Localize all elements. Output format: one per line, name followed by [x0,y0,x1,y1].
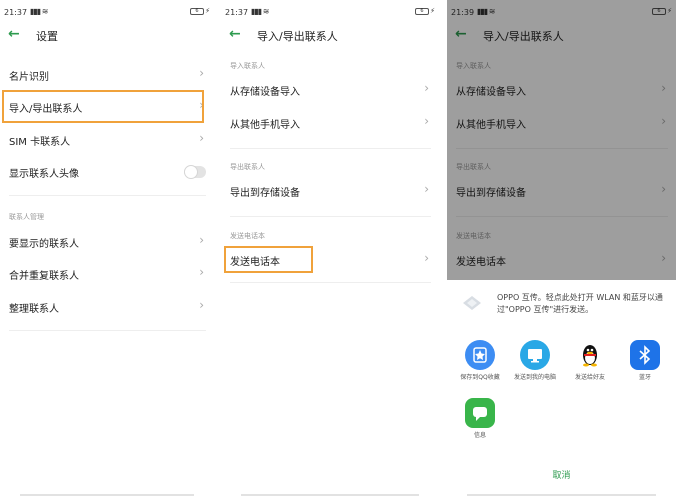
share-target-label: 蓝牙 [638,374,651,381]
settings-item-label: 合并重复联系人 [9,271,79,282]
chevron-right-icon: › [199,265,204,279]
qq-penguin-icon [575,340,605,370]
back-arrow-icon[interactable]: ← [8,26,20,42]
settings-item-displayed-contacts[interactable]: 要显示的联系人 › [0,227,214,257]
share-target-qq-friend[interactable]: 发送给好友 [563,340,617,382]
settings-item-label: 要显示的联系人 [9,239,79,250]
battery-icon: 6 [415,8,429,15]
settings-item-merge-duplicates[interactable]: 合并重复联系人 › [0,259,214,289]
chevron-right-icon: › [424,114,429,128]
import-from-other-phone[interactable]: 从其他手机导入 › [221,108,439,138]
message-icon [465,398,495,428]
chevron-right-icon: › [199,233,204,247]
status-bar: 21:37 ▮▮▮ ≋ 6 ⚡ [0,6,214,20]
chevron-right-icon: › [199,131,204,145]
share-target-qq-favorites[interactable]: 保存到QQ收藏 [453,340,507,382]
chevron-right-icon: › [199,298,204,312]
dim-overlay[interactable] [447,0,676,280]
settings-item-organize-contacts[interactable]: 整理联系人 › [0,292,214,322]
bluetooth-icon [630,340,660,370]
item-label: 从存储设备导入 [230,87,300,98]
status-time: 21:37 [225,8,249,17]
signal-icon: ▮▮▮ ≋ [251,7,269,16]
section-header: 发送电话本 [230,232,265,240]
section-header: 导出联系人 [230,163,265,171]
share-target-label: 信息 [473,432,486,439]
settings-item-label: 名片识别 [9,72,49,83]
charging-icon: ⚡ [430,7,435,15]
qq-favorites-icon [465,340,495,370]
charging-icon: ⚡ [205,7,210,15]
share-target-label: 保存到QQ收藏 [460,374,500,381]
share-target-label: 发送到我的电脑 [513,374,556,381]
export-to-storage[interactable]: 导出到存储设备 › [221,176,439,206]
divider [9,195,206,196]
settings-item-card-scan[interactable]: 名片识别 › [0,60,214,90]
toggle-knob [184,165,198,179]
settings-item-show-avatar[interactable]: 显示联系人头像 [0,157,214,187]
page-title: 设置 [36,30,58,43]
settings-screen: 21:37 ▮▮▮ ≋ 6 ⚡ ← 设置 名片识别 › 导入/导出联系人 › S… [0,0,214,500]
divider [230,148,431,149]
battery-icon: 6 [190,8,204,15]
section-header: 导入联系人 [230,62,265,70]
signal-icon: ▮▮▮ ≋ [30,7,48,16]
share-target-label: 发送给好友 [574,374,605,381]
item-label: 从其他手机导入 [230,120,300,131]
highlight-box [224,246,313,273]
status-time: 21:37 [4,8,28,17]
oppo-share-icon[interactable] [463,296,481,310]
settings-item-label: 显示联系人头像 [9,169,79,180]
avatar-toggle[interactable] [184,165,206,179]
divider [9,330,206,331]
chevron-right-icon: › [424,182,429,196]
share-sheet: OPPO 互传。轻点此处打开 WLAN 和蓝牙以通过"OPPO 互传"进行发送。… [447,280,676,500]
share-target-my-computer[interactable]: 发送到我的电脑 [508,340,562,382]
my-computer-icon [520,340,550,370]
oppo-share-prompt[interactable]: OPPO 互传。轻点此处打开 WLAN 和蓝牙以通过"OPPO 互传"进行发送。 [497,292,666,316]
divider [230,282,431,283]
chevron-right-icon: › [424,251,429,265]
chevron-right-icon: › [199,66,204,80]
settings-item-label: SIM 卡联系人 [9,137,71,148]
page-title: 导入/导出联系人 [257,30,338,43]
status-bar: 21:37 ▮▮▮ ≋ 6 ⚡ [221,6,439,20]
nav-gesture-bar [467,494,656,496]
settings-item-sim-contacts[interactable]: SIM 卡联系人 › [0,125,214,155]
import-from-storage[interactable]: 从存储设备导入 › [221,75,439,105]
divider [230,216,431,217]
section-header: 联系人管理 [9,213,44,221]
nav-gesture-bar [241,494,419,496]
settings-item-label: 整理联系人 [9,304,59,315]
cancel-button[interactable]: 取消 [447,468,676,481]
share-target-message[interactable]: 信息 [453,398,507,440]
page-header: ← 导入/导出联系人 [221,24,439,46]
page-header: ← 设置 [0,24,214,46]
share-target-bluetooth[interactable]: 蓝牙 [618,340,672,382]
chevron-right-icon: › [424,81,429,95]
share-sheet-screen: 21:39 ▮▮▮ ≋ 6 ⚡ ← 导入/导出联系人 导入联系人 从存储设备导入… [447,0,676,500]
highlight-box [2,90,204,123]
item-label: 导出到存储设备 [230,188,300,199]
back-arrow-icon[interactable]: ← [229,26,241,42]
nav-gesture-bar [20,494,194,496]
import-export-screen: 21:37 ▮▮▮ ≋ 6 ⚡ ← 导入/导出联系人 导入联系人 从存储设备导入… [221,0,439,500]
